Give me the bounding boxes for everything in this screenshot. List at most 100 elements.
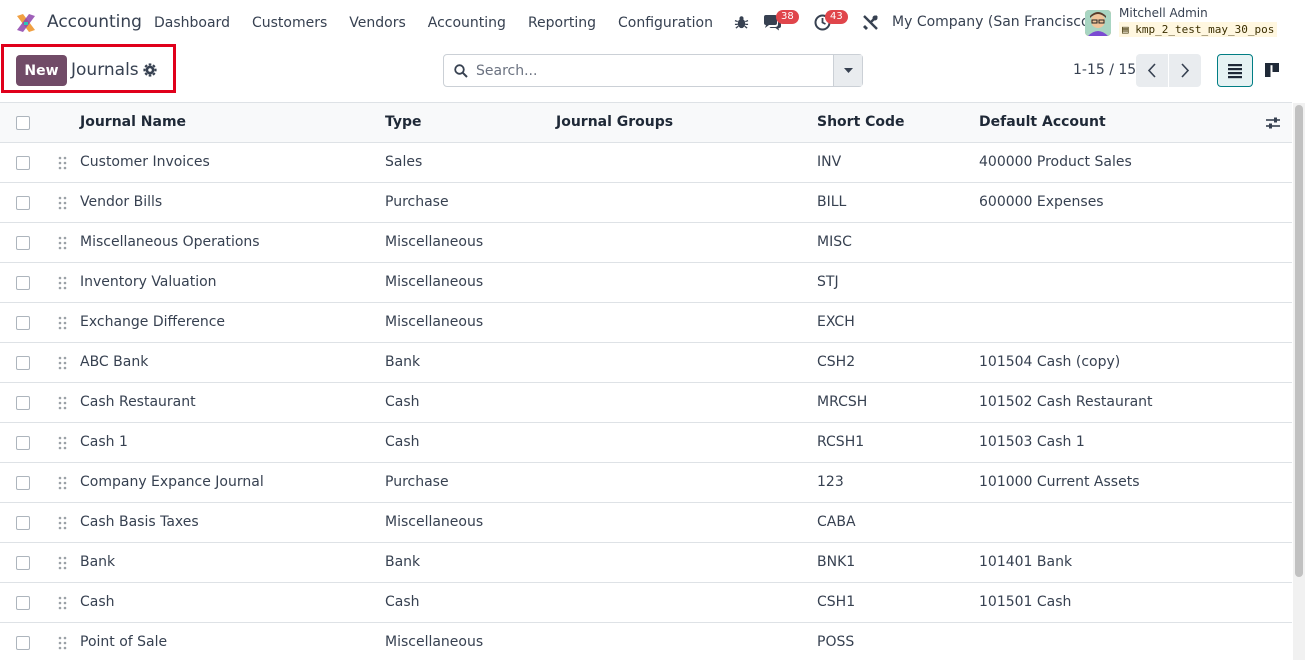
- drag-handle-icon[interactable]: [58, 356, 67, 370]
- row-checkbox[interactable]: [16, 236, 30, 250]
- caret-down-icon: [844, 68, 853, 73]
- table-row[interactable]: Vendor Bills Purchase BILL 600000 Expenses: [0, 183, 1292, 223]
- pager-next-button[interactable]: [1169, 54, 1201, 87]
- app-name[interactable]: Accounting: [47, 12, 142, 32]
- drag-handle-icon[interactable]: [58, 596, 67, 610]
- row-checkbox[interactable]: [16, 636, 30, 650]
- table-row[interactable]: Cash Restaurant Cash MRCSH 101502 Cash Rest…: [0, 383, 1292, 423]
- cell-type: Miscellaneous: [385, 634, 484, 650]
- cell-short-code: STJ: [817, 274, 839, 290]
- cell-journal-name: ABC Bank: [80, 354, 149, 370]
- menu-accounting[interactable]: Accounting: [417, 15, 517, 31]
- column-header-type[interactable]: Type: [385, 114, 422, 130]
- bug-icon[interactable]: [734, 15, 749, 30]
- drag-handle-icon[interactable]: [58, 516, 67, 530]
- table-row[interactable]: Exchange Difference Miscellaneous EXCH: [0, 303, 1292, 343]
- cell-short-code: RCSH1: [817, 434, 865, 450]
- cell-type: Cash: [385, 594, 420, 610]
- drag-handle-icon[interactable]: [58, 156, 67, 170]
- cell-default-account: 600000 Expenses: [979, 194, 1104, 210]
- table-row[interactable]: Point of Sale Miscellaneous POSS: [0, 623, 1292, 660]
- cell-type: Sales: [385, 154, 423, 170]
- row-checkbox[interactable]: [16, 276, 30, 290]
- chevron-left-icon: [1147, 63, 1156, 78]
- row-checkbox[interactable]: [16, 396, 30, 410]
- cell-journal-name: Customer Invoices: [80, 154, 210, 170]
- cell-type: Miscellaneous: [385, 314, 484, 330]
- cell-short-code: POSS: [817, 634, 855, 650]
- column-header-journal-name[interactable]: Journal Name: [80, 114, 186, 130]
- avatar-image: [1085, 10, 1111, 36]
- new-button[interactable]: New: [16, 55, 67, 86]
- row-checkbox[interactable]: [16, 156, 30, 170]
- drag-handle-icon[interactable]: [58, 636, 67, 650]
- scrollbar-thumb[interactable]: [1295, 105, 1303, 577]
- pager-value[interactable]: 1-15 / 15: [1073, 62, 1136, 78]
- menu-vendors[interactable]: Vendors: [338, 15, 416, 31]
- cell-journal-name: Cash 1: [80, 434, 128, 450]
- drag-handle-icon[interactable]: [58, 436, 67, 450]
- menu-configuration[interactable]: Configuration: [607, 15, 724, 31]
- cell-short-code: BNK1: [817, 554, 856, 570]
- kanban-view-button[interactable]: [1254, 54, 1290, 87]
- table-row[interactable]: ABC Bank Bank CSH2 101504 Cash (copy): [0, 343, 1292, 383]
- tools-icon[interactable]: [862, 14, 879, 31]
- gear-icon[interactable]: [143, 63, 157, 77]
- table-row[interactable]: Miscellaneous Operations Miscellaneous MIS…: [0, 223, 1292, 263]
- vertical-scrollbar[interactable]: [1293, 103, 1305, 660]
- drag-handle-icon[interactable]: [58, 236, 67, 250]
- table-row[interactable]: Cash Basis Taxes Miscellaneous CABA: [0, 503, 1292, 543]
- row-checkbox[interactable]: [16, 556, 30, 570]
- optional-columns-icon[interactable]: [1265, 115, 1281, 131]
- row-checkbox[interactable]: [16, 476, 30, 490]
- cell-type: Cash: [385, 434, 420, 450]
- drag-handle-icon[interactable]: [58, 476, 67, 490]
- table-header: Journal Name Type Journal Groups Short C…: [0, 103, 1292, 143]
- cell-type: Miscellaneous: [385, 234, 484, 250]
- cell-type: Miscellaneous: [385, 514, 484, 530]
- table-row[interactable]: Cash 1 Cash RCSH1 101503 Cash 1: [0, 423, 1292, 463]
- cell-type: Bank: [385, 554, 421, 570]
- drag-handle-icon[interactable]: [58, 276, 67, 290]
- company-switcher[interactable]: My Company (San Francisco): [892, 14, 1095, 30]
- row-checkbox[interactable]: [16, 196, 30, 210]
- drag-handle-icon[interactable]: [58, 196, 67, 210]
- drag-handle-icon[interactable]: [58, 316, 67, 330]
- search-options-toggle[interactable]: [833, 55, 862, 86]
- table-row[interactable]: Cash Cash CSH1 101501 Cash: [0, 583, 1292, 623]
- cell-short-code: EXCH: [817, 314, 855, 330]
- row-checkbox[interactable]: [16, 436, 30, 450]
- breadcrumb-journals: Journals: [71, 60, 139, 80]
- table-row[interactable]: Bank Bank BNK1 101401 Bank: [0, 543, 1292, 583]
- user-avatar[interactable]: [1085, 10, 1111, 36]
- row-checkbox[interactable]: [16, 356, 30, 370]
- list-view-button[interactable]: [1217, 54, 1253, 87]
- table-row[interactable]: Customer Invoices Sales INV 400000 Product …: [0, 143, 1292, 183]
- cell-short-code: 123: [817, 474, 844, 490]
- column-header-short-code[interactable]: Short Code: [817, 114, 905, 130]
- cell-journal-name: Cash Basis Taxes: [80, 514, 199, 530]
- row-checkbox[interactable]: [16, 516, 30, 530]
- drag-handle-icon[interactable]: [58, 396, 67, 410]
- menu-dashboard[interactable]: Dashboard: [143, 15, 241, 31]
- cell-default-account: 400000 Product Sales: [979, 154, 1132, 170]
- cell-short-code: CSH2: [817, 354, 856, 370]
- menu-customers[interactable]: Customers: [241, 15, 338, 31]
- activities-badge: 43: [825, 10, 848, 24]
- user-name[interactable]: Mitchell Admin: [1119, 6, 1208, 20]
- table-row[interactable]: Inventory Valuation Miscellaneous STJ: [0, 263, 1292, 303]
- drag-handle-icon[interactable]: [58, 556, 67, 570]
- cell-short-code: CABA: [817, 514, 856, 530]
- menu-reporting[interactable]: Reporting: [517, 15, 607, 31]
- row-checkbox[interactable]: [16, 316, 30, 330]
- accounting-app-icon[interactable]: [15, 12, 37, 34]
- column-header-default-account[interactable]: Default Account: [979, 114, 1106, 130]
- pager-previous-button[interactable]: [1136, 54, 1168, 87]
- cell-short-code: CSH1: [817, 594, 856, 610]
- row-checkbox[interactable]: [16, 596, 30, 610]
- column-header-journal-groups[interactable]: Journal Groups: [556, 114, 673, 130]
- select-all-checkbox[interactable]: [16, 116, 30, 130]
- search-input[interactable]: [476, 60, 836, 82]
- cell-type: Bank: [385, 354, 421, 370]
- table-row[interactable]: Company Expance Journal Purchase 123 101000…: [0, 463, 1292, 503]
